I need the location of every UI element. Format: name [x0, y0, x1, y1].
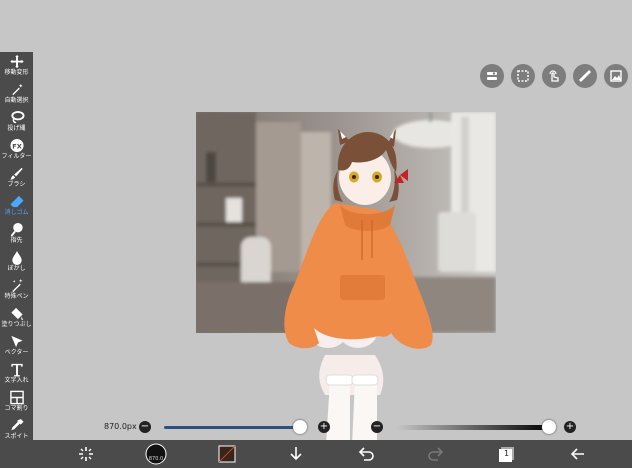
- tool-label: 自動選択: [4, 97, 29, 104]
- text-icon: [10, 363, 23, 377]
- tool-label: 消しゴム: [4, 209, 29, 216]
- brush-slider-bar: 870.0px − + − +: [0, 418, 632, 438]
- back-button[interactable]: [568, 444, 588, 464]
- tool-finger[interactable]: 指先: [0, 220, 33, 248]
- undo-button[interactable]: [356, 444, 376, 464]
- tool-label: ベクター: [4, 349, 29, 356]
- download-button[interactable]: [286, 444, 306, 464]
- finger-icon: [10, 222, 23, 237]
- color-button[interactable]: [217, 444, 237, 464]
- tool-sidebar: 移動変形 自動選択 投げ縄 FX フィルター ブラシ 消しゴム 指先 ぼかし 特…: [0, 52, 33, 468]
- gesture-button[interactable]: [542, 64, 566, 88]
- tool-move[interactable]: 移動変形: [0, 52, 33, 80]
- transform-button[interactable]: [76, 444, 96, 464]
- tool-special-pen[interactable]: 特殊ペン: [0, 276, 33, 304]
- ruler-icon: [578, 69, 592, 83]
- special-pen-icon: [11, 278, 23, 293]
- tool-brush[interactable]: ブラシ: [0, 164, 33, 192]
- tool-vector[interactable]: ベクター: [0, 332, 33, 360]
- redo-icon: [428, 447, 444, 461]
- tool-label: 特殊ペン: [4, 293, 29, 300]
- gesture-icon: [549, 70, 559, 82]
- magic-wand-icon: [11, 83, 23, 96]
- tool-label: ブラシ: [7, 181, 26, 188]
- vector-icon: [10, 335, 23, 348]
- selection-button[interactable]: [511, 64, 535, 88]
- layer-settings-button[interactable]: [480, 64, 504, 88]
- bottom-toolbar: 870.0 1: [0, 440, 632, 468]
- brush-size-value: 870.0: [148, 456, 164, 462]
- layers-button[interactable]: 1: [497, 444, 517, 464]
- character-illustration: [284, 129, 433, 445]
- brush-size-slider[interactable]: [164, 426, 300, 429]
- opacity-decrease-button[interactable]: −: [371, 421, 383, 433]
- color-icon: [218, 445, 236, 463]
- fx-icon: FX: [9, 138, 24, 153]
- tool-label: ぼかし: [7, 265, 26, 272]
- blur-icon: [11, 250, 22, 265]
- redo-button[interactable]: [426, 444, 446, 464]
- lasso-icon: [10, 110, 24, 124]
- material-button[interactable]: [604, 64, 628, 88]
- brush-size-button[interactable]: 870.0: [145, 443, 167, 465]
- tool-label: 投げ縄: [7, 125, 26, 132]
- tool-frame-divider[interactable]: コマ割り: [0, 388, 33, 416]
- size-increase-button[interactable]: +: [318, 421, 330, 433]
- material-icon: [610, 70, 622, 82]
- opacity-increase-button[interactable]: +: [564, 421, 576, 433]
- tool-label: コマ割り: [4, 405, 29, 412]
- tool-label: フィルター: [1, 153, 32, 160]
- eraser-icon: [9, 195, 24, 208]
- brush-opacity-thumb[interactable]: [542, 420, 556, 434]
- tool-label: 移動変形: [4, 69, 29, 76]
- size-decrease-button[interactable]: −: [139, 421, 151, 433]
- back-icon: [570, 448, 584, 460]
- tool-label: 塗りつぶし: [1, 321, 32, 328]
- download-icon: [290, 447, 302, 461]
- tool-lasso[interactable]: 投げ縄: [0, 108, 33, 136]
- tool-eraser[interactable]: 消しゴム: [0, 192, 33, 220]
- tool-text[interactable]: 文字入れ: [0, 360, 33, 388]
- frame-divider-icon: [9, 390, 24, 405]
- undo-icon: [358, 447, 374, 461]
- brush-opacity-slider[interactable]: [396, 425, 550, 430]
- ruler-button[interactable]: [573, 64, 597, 88]
- tool-label: 文字入れ: [4, 377, 29, 384]
- move-icon: [9, 54, 24, 69]
- brush-icon: [9, 167, 23, 181]
- bucket-icon: [10, 307, 23, 321]
- tool-label: 指先: [10, 237, 23, 244]
- tool-bucket[interactable]: 塗りつぶし: [0, 304, 33, 332]
- tool-magic-wand[interactable]: 自動選択: [0, 80, 33, 108]
- brush-size-thumb[interactable]: [293, 420, 307, 434]
- layer-settings-icon: [487, 72, 497, 80]
- top-toolbar: [480, 64, 628, 88]
- brush-size-label: 870.0px: [104, 422, 137, 431]
- tool-blur[interactable]: ぼかし: [0, 248, 33, 276]
- svg-text:FX: FX: [12, 142, 22, 150]
- selection-icon: [517, 70, 529, 82]
- tool-filter[interactable]: FX フィルター: [0, 136, 33, 164]
- transform-icon: [79, 447, 93, 461]
- layer-count: 1: [504, 449, 510, 458]
